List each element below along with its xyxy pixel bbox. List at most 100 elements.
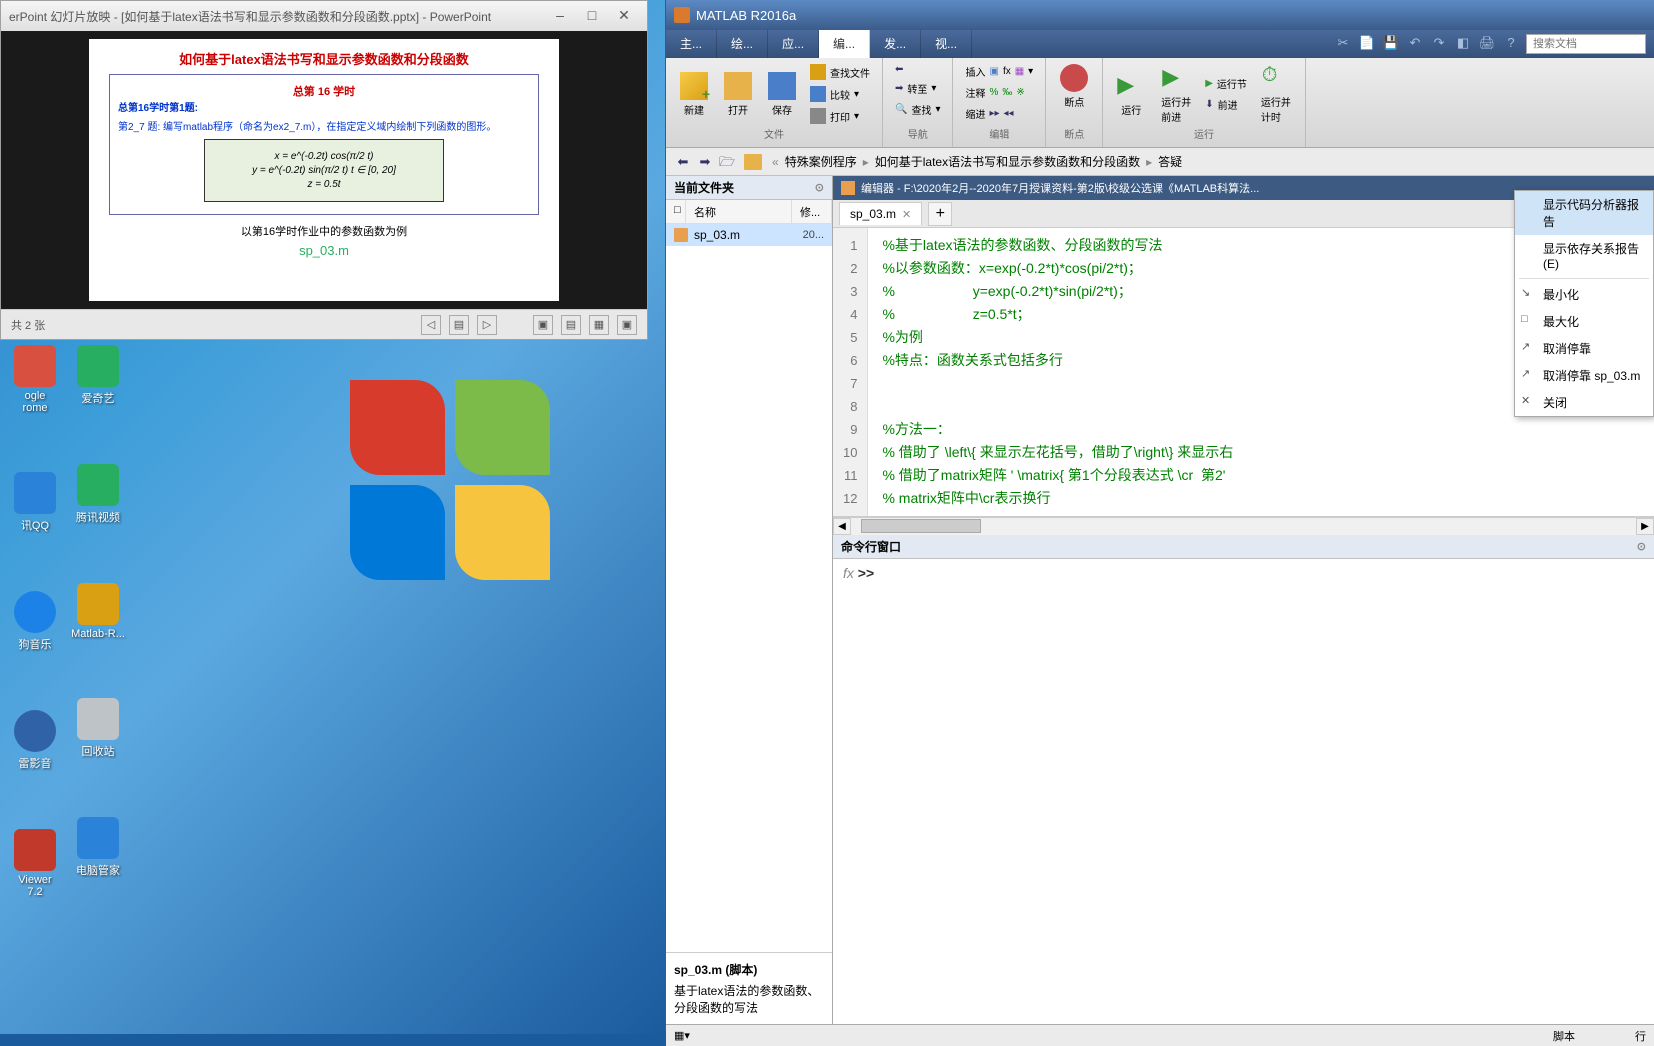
ppt-statusbar: 共 2 张 ◁ ▤ ▷ ▣ ▤ ▦ ▣ xyxy=(1,309,647,339)
indent-button[interactable]: 缩进 ▸▸ ◂◂ xyxy=(961,104,1037,123)
tab-filename: sp_03.m xyxy=(850,207,896,221)
comment-button[interactable]: 注释 % ‰ ※ xyxy=(961,83,1037,102)
redo-icon[interactable]: ↷ xyxy=(1430,35,1448,53)
toggle-icon[interactable]: ◧ xyxy=(1454,35,1472,53)
command-prompt: >> xyxy=(858,565,874,581)
compare-button[interactable]: 比较 ▾ xyxy=(806,84,874,104)
desktop-icon-pcmgr[interactable]: 电脑管家 xyxy=(68,817,128,878)
cmd-dropdown-icon[interactable]: ⊙ xyxy=(1637,540,1646,553)
close-button[interactable]: ✕ xyxy=(609,6,639,26)
col-date[interactable]: 修... xyxy=(792,200,832,223)
save-icon[interactable]: 💾 xyxy=(1382,35,1400,53)
play-slideshow-button[interactable]: ▷ xyxy=(477,315,497,335)
scroll-right-button[interactable]: ▶ xyxy=(1636,518,1654,535)
desktop-icon-xunlei[interactable]: 雷影音 xyxy=(5,710,65,771)
desktop-icon-matlab[interactable]: Matlab-R... xyxy=(68,583,128,640)
tab-view[interactable]: 视... xyxy=(921,30,972,58)
minimize-button[interactable]: – xyxy=(545,6,575,26)
copy-icon[interactable]: 📄 xyxy=(1358,35,1376,53)
view-normal-button[interactable]: ▤ xyxy=(449,315,469,335)
desktop-icon-qq[interactable]: 讯QQ xyxy=(5,472,65,533)
desktop-icon-viewer[interactable]: Viewer7.2 xyxy=(5,829,65,898)
view-mode-4-button[interactable]: ▣ xyxy=(617,315,637,335)
new-tab-button[interactable]: + xyxy=(928,202,952,226)
go-back-button[interactable]: ⬅ xyxy=(891,62,944,77)
ppt-titlebar[interactable]: erPoint 幻灯片放映 - [如何基于latex语法书写和显示参数函数和分段… xyxy=(1,1,647,31)
find-files-button[interactable]: 查找文件 xyxy=(806,62,874,82)
maximize-button[interactable]: □ xyxy=(577,6,607,26)
run-section-label: 运行 xyxy=(1111,126,1297,143)
cf-columns: □ 名称 修... xyxy=(666,200,832,224)
cf-dropdown-icon[interactable]: ⊙ xyxy=(815,181,824,194)
new-button[interactable]: 新建 xyxy=(674,70,714,119)
undo-icon[interactable]: ↶ xyxy=(1406,35,1424,53)
up-button[interactable]: 🗁 xyxy=(716,151,738,173)
menu-minimize[interactable]: ↘最小化 xyxy=(1515,281,1653,308)
run-time-button[interactable]: ⏱运行并 计时 xyxy=(1255,62,1297,126)
print-icon[interactable]: 🖨 xyxy=(1478,35,1496,53)
tab-apps[interactable]: 应... xyxy=(768,30,819,58)
slide-header: 总第16学时第1题: xyxy=(118,99,530,114)
go-to-button[interactable]: ➡转至 ▾ xyxy=(891,79,944,98)
slide-title: 如何基于latex语法书写和显示参数函数和分段函数 xyxy=(109,49,539,68)
editor-tab[interactable]: sp_03.m ✕ xyxy=(839,202,922,225)
open-button[interactable]: 打开 xyxy=(718,70,758,119)
menu-undock-file[interactable]: ↗取消停靠 sp_03.m xyxy=(1515,362,1653,389)
scroll-thumb[interactable] xyxy=(861,519,981,533)
scroll-left-button[interactable]: ◀ xyxy=(833,518,851,535)
find-button[interactable]: 🔍查找 ▾ xyxy=(891,100,944,119)
tab-plots[interactable]: 绘... xyxy=(717,30,768,58)
run-section-button[interactable]: ▶运行节 xyxy=(1201,74,1251,93)
advance-button[interactable]: ⬇前进 xyxy=(1201,95,1251,114)
prev-slide-button[interactable]: ◁ xyxy=(421,315,441,335)
desktop-icon-chrome[interactable]: oglerome xyxy=(5,345,65,414)
help-icon[interactable]: ? xyxy=(1502,35,1520,53)
tab-publish[interactable]: 发... xyxy=(870,30,921,58)
desktop-icon-iqiyi[interactable]: 爱奇艺 xyxy=(68,345,128,406)
ppt-slide-area[interactable]: 如何基于latex语法书写和显示参数函数和分段函数 总第 16 学时 总第16学… xyxy=(1,31,647,309)
close-tab-button[interactable]: ✕ xyxy=(902,208,911,221)
command-window[interactable]: fx >> xyxy=(833,559,1654,1024)
scroll-track[interactable] xyxy=(851,518,1636,535)
context-menu: 显示代码分析器报告 显示依存关系报告(E) ↘最小化 □最大化 ↗取消停靠 ↗取… xyxy=(1514,190,1654,417)
tab-home[interactable]: 主... xyxy=(666,30,717,58)
tab-editor[interactable]: 编... xyxy=(819,30,870,58)
horizontal-scrollbar[interactable]: ◀ ▶ xyxy=(833,517,1654,535)
status-view-icon[interactable]: ▦▾ xyxy=(674,1029,690,1042)
bp-section-label: 断点 xyxy=(1054,126,1094,143)
menu-show-code-analyzer[interactable]: 显示代码分析器报告 xyxy=(1515,191,1653,235)
breakpoint-button[interactable]: 断点 xyxy=(1054,62,1094,111)
view-mode-2-button[interactable]: ▤ xyxy=(561,315,581,335)
ppt-slide: 如何基于latex语法书写和显示参数函数和分段函数 总第 16 学时 总第16学… xyxy=(89,39,559,301)
desktop-icon-recycle-bin[interactable]: 回收站 xyxy=(68,698,128,759)
cut-icon[interactable]: ✂ xyxy=(1334,35,1352,53)
desktop-icon-kugou[interactable]: 狗音乐 xyxy=(5,591,65,652)
breadcrumb-3[interactable]: 答疑 xyxy=(1156,153,1184,170)
edit-section-label: 编辑 xyxy=(961,126,1037,143)
matlab-titlebar[interactable]: MATLAB R2016a xyxy=(666,0,1654,30)
matlab-title: MATLAB R2016a xyxy=(696,8,796,23)
col-name[interactable]: 名称 xyxy=(686,200,792,223)
breadcrumb-2[interactable]: 如何基于latex语法书写和显示参数函数和分段函数 xyxy=(873,153,1142,170)
details-text: 基于latex语法的参数函数、分段函数的写法 xyxy=(674,982,824,1016)
search-docs-input[interactable] xyxy=(1526,34,1646,54)
desktop-icon-tencent-video[interactable]: 腾讯视频 xyxy=(68,464,128,525)
print-button[interactable]: 打印 ▾ xyxy=(806,106,874,126)
menu-show-deps[interactable]: 显示依存关系报告(E) xyxy=(1515,235,1653,276)
menu-close[interactable]: ✕关闭 xyxy=(1515,389,1653,416)
matlab-app-icon xyxy=(674,7,690,23)
view-mode-3-button[interactable]: ▦ xyxy=(589,315,609,335)
breadcrumb-1[interactable]: 特殊案例程序 xyxy=(783,153,859,170)
matlab-ribbon-tabs: 主... 绘... 应... 编... 发... 视... ✂ 📄 💾 ↶ ↷ … xyxy=(666,30,1654,58)
slide-subtitle: 总第 16 学时 xyxy=(118,83,530,99)
file-item[interactable]: sp_03.m 20... xyxy=(666,224,832,246)
run-advance-button[interactable]: ▶运行并 前进 xyxy=(1155,62,1197,126)
insert-button[interactable]: 插入 ▣ fx ▦ ▾ xyxy=(961,62,1037,81)
view-mode-1-button[interactable]: ▣ xyxy=(533,315,553,335)
menu-maximize[interactable]: □最大化 xyxy=(1515,308,1653,335)
menu-undock[interactable]: ↗取消停靠 xyxy=(1515,335,1653,362)
run-button[interactable]: ▶运行 xyxy=(1111,70,1151,119)
back-button[interactable]: ⬅ xyxy=(672,151,694,173)
save-button[interactable]: 保存 xyxy=(762,70,802,119)
forward-button[interactable]: ➡ xyxy=(694,151,716,173)
